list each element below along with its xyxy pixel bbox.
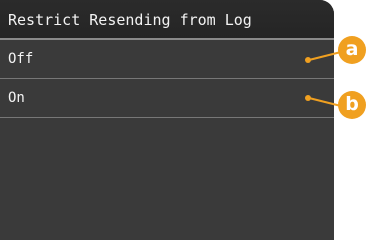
screen-title: Restrict Resending from Log (0, 0, 334, 40)
option-on[interactable]: On (0, 79, 334, 118)
option-list: Off On (0, 40, 334, 118)
device-screen: Restrict Resending from Log Off On (0, 0, 334, 240)
callout-b-badge: b (338, 91, 366, 119)
callout-a-badge: a (338, 36, 366, 64)
option-off[interactable]: Off (0, 40, 334, 79)
